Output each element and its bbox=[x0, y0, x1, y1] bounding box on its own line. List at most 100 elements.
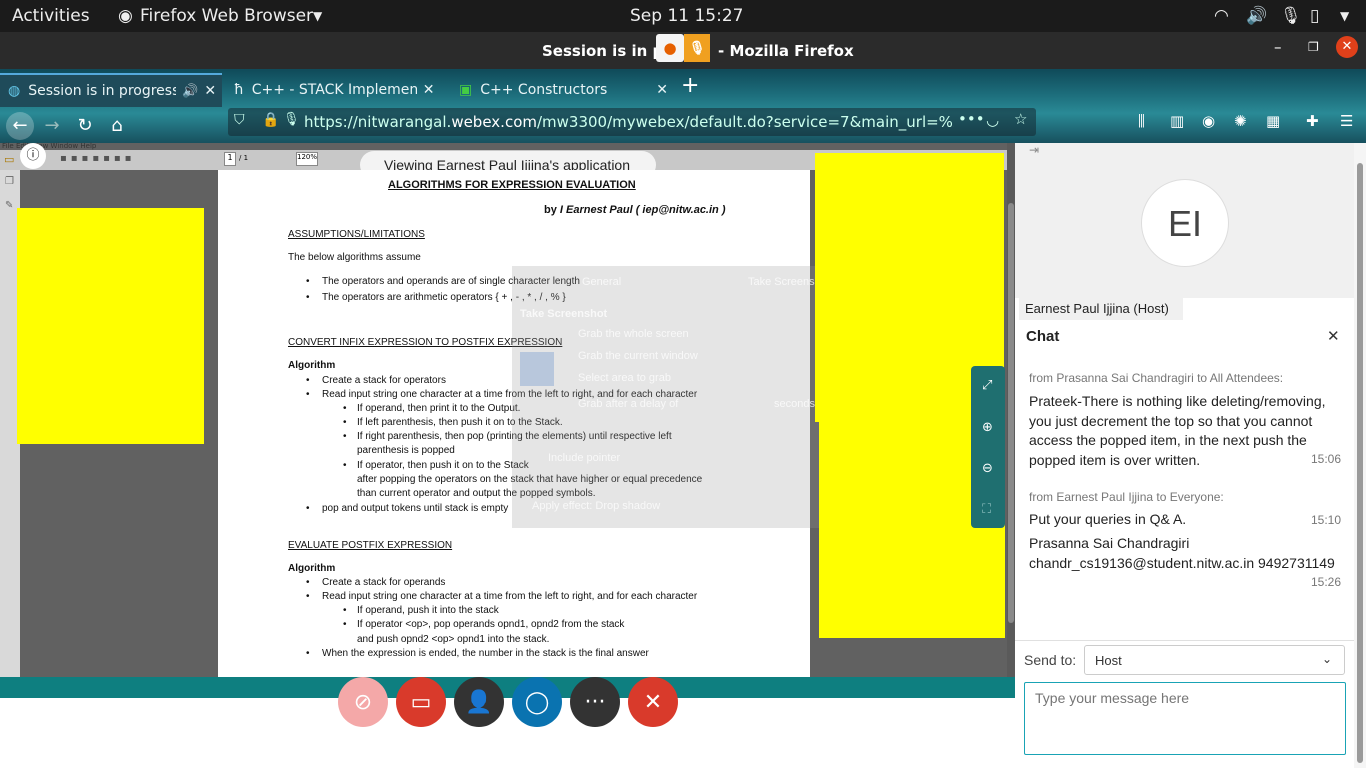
ghost-pointer: Include pointer bbox=[548, 452, 621, 464]
volume-icon[interactable]: 🔊 bbox=[1246, 6, 1267, 26]
view-controls: ⤢ ⊕ ⊖ ⛶ bbox=[971, 366, 1005, 528]
close-tab-icon[interactable]: ✕ bbox=[656, 82, 668, 98]
maximize-icon[interactable]: ❐ bbox=[1308, 40, 1319, 54]
avatar: EI bbox=[1141, 179, 1229, 267]
content-scrollbar[interactable] bbox=[1007, 143, 1015, 677]
algo-substep: If operator <op>, pop operands opnd1, op… bbox=[357, 619, 625, 630]
system-menu-icon[interactable]: ▼ bbox=[1340, 9, 1349, 23]
app-menu[interactable]: Firefox Web Browser bbox=[140, 6, 313, 26]
panel-scrollbar[interactable] bbox=[1354, 143, 1366, 768]
url-bar[interactable]: ⛉ 🔒 🎙 https://nitwarangal.webex.com/mw33… bbox=[228, 108, 1036, 136]
bullet: • bbox=[306, 648, 310, 659]
mic-permission-icon[interactable]: 🎙 bbox=[283, 112, 300, 127]
send-to-label: Send to: bbox=[1024, 652, 1077, 668]
pages-panel-icon[interactable]: ❐ bbox=[5, 176, 14, 187]
tab-session[interactable]: ◍ Session is in progress. 🔊 ✕ bbox=[0, 73, 222, 107]
send-to-value: Host bbox=[1095, 653, 1122, 668]
microphone-icon[interactable]: 🎙 bbox=[1280, 6, 1302, 26]
system-top-bar: Activities ◉ Firefox Web Browser ▼ Sep 1… bbox=[0, 0, 1366, 32]
close-tab-icon[interactable]: ✕ bbox=[204, 83, 216, 99]
video-off-icon: ▭ bbox=[410, 689, 432, 715]
new-tab-icon[interactable]: + bbox=[681, 73, 699, 98]
chat-title: Chat bbox=[1026, 328, 1060, 345]
algorithm-label: Algorithm bbox=[288, 563, 336, 574]
clock[interactable]: Sep 11 15:27 bbox=[630, 6, 743, 26]
react-icon[interactable]: ✺ bbox=[1234, 112, 1247, 130]
firefox-icon: ● bbox=[656, 34, 684, 62]
zoom-out-icon[interactable]: ⊖ bbox=[982, 461, 993, 476]
collapse-panel-icon[interactable]: ⇥ bbox=[1029, 143, 1039, 157]
ghost-header-left: General bbox=[582, 276, 622, 288]
page-number-field[interactable]: 1 bbox=[224, 152, 236, 166]
bullet: • bbox=[306, 591, 310, 602]
pdf-tool-icons[interactable]: ▪▪▪▪▪▪▪ bbox=[60, 153, 135, 164]
teal-bar bbox=[0, 677, 1015, 698]
info-icon[interactable]: ⓘ bbox=[20, 143, 46, 169]
chat-message-time: 15:10 bbox=[1311, 513, 1342, 527]
minimize-icon[interactable]: – bbox=[1274, 38, 1282, 56]
algo-substep: If operator, then push it on to the Stac… bbox=[357, 460, 529, 471]
webex-tab-icon: ◍ bbox=[8, 83, 21, 99]
send-to-select[interactable]: Host ⌄ bbox=[1084, 645, 1345, 675]
participant-name-label: Earnest Paul Ijjina (Host) bbox=[1019, 298, 1183, 320]
algo-substep: If operand, then print it to the Output. bbox=[357, 403, 521, 414]
more-icon: ··· bbox=[584, 689, 606, 715]
tab-stack[interactable]: ħ C++ - STACK Implementa ✕ bbox=[226, 73, 448, 107]
close-tab-icon[interactable]: ✕ bbox=[423, 82, 435, 98]
audio-playing-icon[interactable]: 🔊 bbox=[182, 84, 198, 99]
open-folder-icon[interactable]: ▭ bbox=[4, 153, 14, 166]
author-name: I Earnest Paul ( iep@nitw.ac.in ) bbox=[559, 204, 726, 216]
bullet: • bbox=[306, 577, 310, 588]
leave-button[interactable]: ✕ bbox=[628, 677, 678, 727]
bullet: • bbox=[343, 605, 347, 616]
activities-button[interactable]: Activities bbox=[12, 6, 90, 26]
chat-message-text: Prasanna Sai Chandragiri chandr_cs19136@… bbox=[1029, 535, 1335, 571]
page-total: / 1 bbox=[239, 154, 249, 162]
reload-icon[interactable]: ↻ bbox=[71, 112, 99, 140]
video-button[interactable]: ▭ bbox=[396, 677, 446, 727]
bullet: • bbox=[306, 375, 310, 386]
forward-arrow-icon[interactable]: → bbox=[38, 112, 66, 140]
url-path: /mw3300/mywebex/default.do?service=7&mai… bbox=[536, 113, 954, 131]
sidebar-icon[interactable]: ▥ bbox=[1170, 112, 1184, 130]
attachments-icon[interactable]: ✎ bbox=[5, 200, 13, 211]
more-options-button[interactable]: ··· bbox=[570, 677, 620, 727]
chat-button[interactable]: ◯ bbox=[512, 677, 562, 727]
shield-icon[interactable]: ⛉ bbox=[234, 112, 245, 128]
fullscreen-icon[interactable]: ⛶ bbox=[982, 502, 991, 517]
puzzle-icon[interactable]: ✚ bbox=[1306, 112, 1319, 130]
wifi-icon[interactable]: ◠ bbox=[1214, 6, 1229, 26]
algo-step: Create a stack for operands bbox=[322, 577, 446, 588]
close-window-icon[interactable]: ✕ bbox=[1336, 36, 1358, 58]
chevron-down-icon: ▼ bbox=[313, 9, 323, 23]
doc-title: ALGORITHMS FOR EXPRESSION EVALUATION bbox=[388, 179, 636, 191]
hamburger-menu-icon[interactable]: ☰ bbox=[1340, 112, 1353, 130]
library-icon[interactable]: ⫼ bbox=[1138, 112, 1145, 130]
zoom-field[interactable]: 120% bbox=[296, 152, 318, 166]
account-icon[interactable]: ◉ bbox=[1202, 112, 1215, 130]
battery-icon[interactable]: ▯ bbox=[1310, 6, 1319, 26]
url-text[interactable]: https://nitwarangal.webex.com/mw3300/myw… bbox=[304, 113, 954, 131]
chat-message-text: Prateek-There is nothing like deleting/r… bbox=[1029, 393, 1326, 468]
chat-message-input[interactable] bbox=[1024, 682, 1346, 755]
chat-message-header: from Earnest Paul Ijjina to Everyone: bbox=[1029, 490, 1224, 504]
panel-scroll-thumb[interactable] bbox=[1357, 163, 1363, 763]
zoom-in-icon[interactable]: ⊕ bbox=[982, 420, 993, 435]
participants-button[interactable]: 👤 bbox=[454, 677, 504, 727]
lock-icon[interactable]: 🔒 bbox=[262, 112, 279, 128]
pdf-menu-bar[interactable]: File Edit View Window Help bbox=[2, 142, 96, 150]
pocket-icon[interactable]: ◡ bbox=[986, 111, 999, 129]
author-prefix: by bbox=[544, 204, 560, 216]
extension-icon[interactable]: ▦ bbox=[1266, 112, 1280, 130]
tab-constructors[interactable]: ▣ C++ Constructors ✕ bbox=[451, 73, 673, 107]
home-icon[interactable]: ⌂ bbox=[103, 112, 131, 140]
heading-postfix: EVALUATE POSTFIX EXPRESSION bbox=[288, 540, 453, 551]
page-actions-icon[interactable]: ••• bbox=[958, 110, 985, 128]
chat-message-time: 15:06 bbox=[1311, 452, 1342, 466]
close-chat-icon[interactable]: ✕ bbox=[1327, 327, 1340, 345]
scroll-thumb[interactable] bbox=[1008, 203, 1014, 623]
bookmark-star-icon[interactable]: ☆ bbox=[1014, 110, 1027, 128]
fit-screen-icon[interactable]: ⤢ bbox=[982, 378, 992, 393]
mute-button[interactable]: ⊘ bbox=[338, 677, 388, 727]
back-arrow-icon[interactable]: ← bbox=[6, 112, 34, 140]
